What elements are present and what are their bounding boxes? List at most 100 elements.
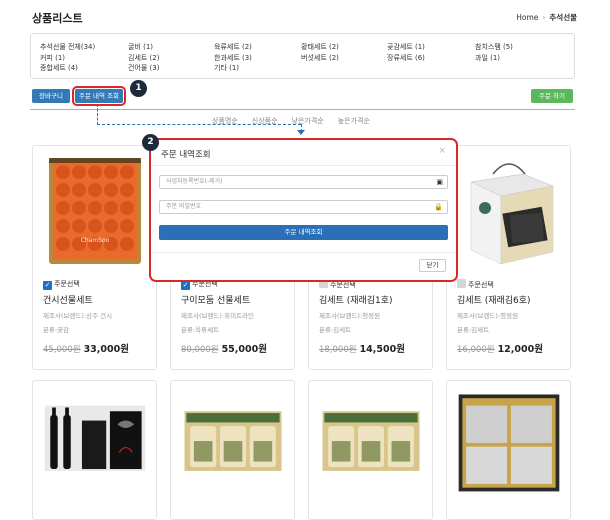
product-name[interactable]: 김세트 (재래김1호) <box>319 293 405 306</box>
sort-by-price-high[interactable]: 높은가격순 <box>338 117 370 125</box>
original-price: 45,000원 <box>43 345 81 355</box>
checkbox-unchecked-icon[interactable] <box>457 279 466 288</box>
checkbox-label: 주문선택 <box>468 281 494 289</box>
product-image-anchovy-set <box>456 387 562 497</box>
section-divider <box>30 109 575 110</box>
modal-divider <box>151 252 456 253</box>
original-price: 80,000원 <box>181 345 219 355</box>
category-link-persimmon[interactable]: 곶감세트 (1) <box>387 42 425 53</box>
category-column: 황태세트 (2) 버섯세트 (2) <box>301 42 339 63</box>
product-image-laver-set <box>180 387 286 497</box>
product-info: ✓ 주문선택 구이모둠 선물세트 제조사(브랜드):휴미트라인 분류:육류세트 8… <box>181 279 267 355</box>
close-icon[interactable]: × <box>438 146 446 156</box>
image-watermark: ChamSoo <box>81 237 110 244</box>
product-name[interactable]: 건시선물세트 <box>43 293 129 306</box>
category-link-pollack[interactable]: 황태세트 (2) <box>301 42 339 53</box>
page-title: 상품리스트 <box>32 12 83 25</box>
order-lookup-modal: 주문 내역조회 × 사업자등록번호(-제거) ▣ 주문 비밀번호 🔒 주문 내역… <box>149 138 458 282</box>
product-category: 분류:곶감 <box>43 326 70 334</box>
category-link-coffee[interactable]: 커피 (1) <box>40 53 95 64</box>
product-maker: 제조사(브랜드):청정원 <box>319 312 381 320</box>
sale-price: 14,500원 <box>359 344 405 355</box>
product-name[interactable]: 구이모둠 선물세트 <box>181 293 267 306</box>
page-header: 상품리스트 Home › 추석선물 <box>32 10 577 26</box>
product-maker: 제조사(브랜드):상주 건시 <box>43 312 113 320</box>
product-category: 분류:육류세트 <box>181 326 220 334</box>
checkbox-checked-icon[interactable]: ✓ <box>181 281 190 290</box>
category-column: 굴비 (1) 김세트 (2) 건어물 (3) <box>128 42 159 74</box>
modal-divider <box>151 165 456 166</box>
category-link-combo[interactable]: 종합세트 (4) <box>40 63 95 74</box>
product-category: 분류:김세트 <box>319 326 352 334</box>
order-select-checkbox[interactable]: ✓ 주문선택 <box>43 279 129 290</box>
order-select-checkbox[interactable]: 주문선택 <box>457 279 543 290</box>
input-placeholder: 사업자등록번호(-제거) <box>166 178 223 185</box>
place-order-button[interactable]: 주문 하기 <box>531 89 573 103</box>
category-column: 참치스팸 (5) 과일 (1) <box>475 42 513 63</box>
category-column: 추석선물 전체(34) 커피 (1) 종합세트 (4) <box>40 42 95 74</box>
original-price: 16,000원 <box>457 345 495 355</box>
annotation-connector <box>97 124 301 125</box>
business-number-input[interactable]: 사업자등록번호(-제거) ▣ <box>159 175 448 189</box>
step-badge-2: 2 <box>142 134 159 151</box>
order-lookup-submit-button[interactable]: 주문 내역조회 <box>159 225 448 240</box>
product-card[interactable] <box>308 380 433 520</box>
category-column: 육류세트 (2) 한과세트 (3) 기타 (1) <box>214 42 252 74</box>
breadcrumb-current[interactable]: 추석선물 <box>549 13 577 22</box>
product-category: 분류:김세트 <box>457 326 490 334</box>
briefcase-icon: ▣ <box>436 178 443 186</box>
category-link-dried-seafood[interactable]: 건어물 (3) <box>128 63 159 74</box>
input-placeholder: 주문 비밀번호 <box>166 203 202 210</box>
product-info: 주문선택 김세트 (재래김6호) 제조사(브랜드):청정원 분류:김세트 16,… <box>457 279 543 355</box>
product-price: 45,000원 33,000원 <box>43 341 129 355</box>
step-badge-1: 1 <box>130 80 147 97</box>
breadcrumb-home[interactable]: Home <box>516 13 538 22</box>
product-name[interactable]: 김세트 (재래김6호) <box>457 293 543 306</box>
product-image-wine-bottles <box>42 387 148 497</box>
category-link-etc[interactable]: 기타 (1) <box>214 63 252 74</box>
category-link-laver[interactable]: 김세트 (2) <box>128 53 159 64</box>
product-price: 16,000원 12,000원 <box>457 341 543 355</box>
order-password-input[interactable]: 주문 비밀번호 🔒 <box>159 200 448 214</box>
product-maker: 제조사(브랜드):청정원 <box>457 312 519 320</box>
product-info: 주문선택 김세트 (재래김1호) 제조사(브랜드):청정원 분류:김세트 18,… <box>319 279 405 355</box>
order-lookup-button[interactable]: 주문 내역 조회 <box>72 86 126 106</box>
checkbox-label: 주문선택 <box>54 280 80 288</box>
product-price: 80,000원 55,000원 <box>181 341 267 355</box>
product-card[interactable]: 주문선택 김세트 (재래김6호) 제조사(브랜드):청정원 분류:김세트 16,… <box>446 145 571 370</box>
product-info: ✓ 주문선택 건시선물세트 제조사(브랜드):상주 건시 분류:곶감 45,000… <box>43 279 129 355</box>
product-maker: 제조사(브랜드):휴미트라인 <box>181 312 255 320</box>
breadcrumb-separator: › <box>542 13 546 22</box>
category-link-mushroom[interactable]: 버섯세트 (2) <box>301 53 339 64</box>
category-column: 곶감세트 (1) 장류세트 (6) <box>387 42 425 63</box>
product-card[interactable] <box>32 380 157 520</box>
sale-price: 55,000원 <box>221 344 267 355</box>
category-link-hangwa[interactable]: 한과세트 (3) <box>214 53 252 64</box>
modal-title: 주문 내역조회 <box>161 150 211 160</box>
category-link-all[interactable]: 추석선물 전체(34) <box>40 42 95 53</box>
cart-button[interactable]: 장바구니 <box>32 89 70 103</box>
product-card[interactable] <box>170 380 295 520</box>
category-link-gulbi[interactable]: 굴비 (1) <box>128 42 159 53</box>
category-link-meat[interactable]: 육류세트 (2) <box>214 42 252 53</box>
modal-close-button[interactable]: 닫기 <box>419 259 446 272</box>
product-image-dried-persimmon: ChamSoo <box>39 152 151 270</box>
category-link-fruit[interactable]: 과일 (1) <box>475 53 513 64</box>
product-card[interactable] <box>446 380 571 520</box>
checkbox-checked-icon[interactable]: ✓ <box>43 281 52 290</box>
product-card[interactable]: ChamSoo ✓ 주문선택 건시선물세트 제조사(브랜드):상주 건시 분류:곶… <box>32 145 157 370</box>
category-link-tuna-spam[interactable]: 참치스팸 (5) <box>475 42 513 53</box>
category-link-sauce[interactable]: 장류세트 (6) <box>387 53 425 64</box>
sale-price: 33,000원 <box>83 344 129 355</box>
product-image-laver-set <box>318 387 424 497</box>
sale-price: 12,000원 <box>497 344 543 355</box>
product-image-laver-gift-box <box>453 152 565 270</box>
checkbox-label: 주문선택 <box>330 281 356 289</box>
product-price: 18,000원 14,500원 <box>319 341 405 355</box>
original-price: 18,000원 <box>319 345 357 355</box>
annotation-connector <box>97 104 98 125</box>
lock-icon: 🔒 <box>434 203 443 211</box>
breadcrumb: Home › 추석선물 <box>516 12 577 23</box>
category-filter-box: 추석선물 전체(34) 커피 (1) 종합세트 (4) 굴비 (1) 김세트 (… <box>30 33 575 79</box>
annotation-arrow <box>297 130 305 135</box>
